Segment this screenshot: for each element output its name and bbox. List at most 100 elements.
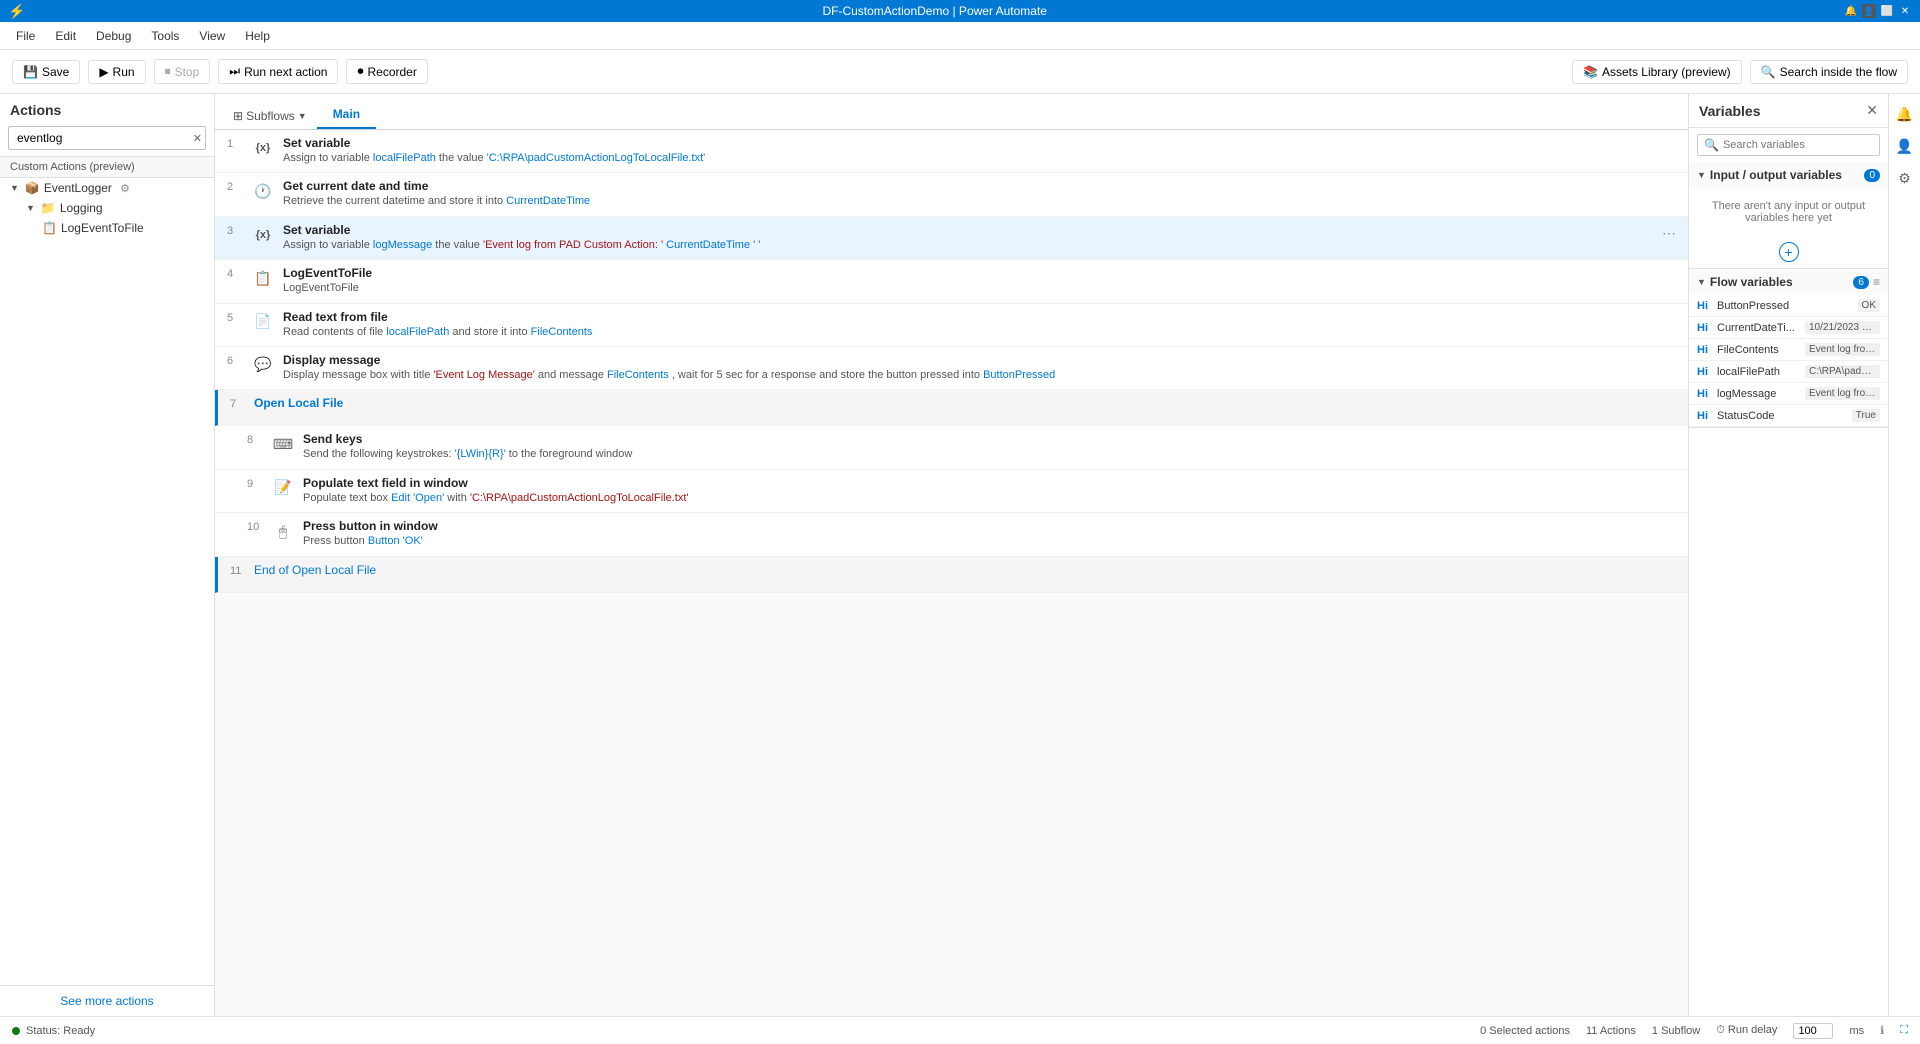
menu-view[interactable]: View xyxy=(191,27,233,45)
var-link2: FileContents xyxy=(531,326,593,338)
expand-icon[interactable]: ⛶ xyxy=(1900,1024,1908,1037)
flow-var-value: OK xyxy=(1858,299,1880,312)
eventlogger-arrow: ▼ xyxy=(10,183,19,193)
flow-var-type-icon: Hi xyxy=(1697,388,1713,400)
variables-close-icon[interactable]: ✕ xyxy=(1866,102,1878,119)
person-icon[interactable]: 👤 xyxy=(1893,134,1917,158)
eventlogger-icon: 📦 xyxy=(25,181,40,195)
assets-library-button[interactable]: 📚 Assets Library (preview) xyxy=(1572,60,1742,84)
custom-actions-label: Custom Actions (preview) xyxy=(0,156,214,178)
input-output-section-header[interactable]: ▼ Input / output variables 0 xyxy=(1689,162,1888,188)
display-msg-icon: 💬 xyxy=(251,353,275,377)
str-val: 'Event log from PAD Custom Action: ' xyxy=(483,239,663,251)
menu-edit[interactable]: Edit xyxy=(47,27,84,45)
run-delay-input[interactable] xyxy=(1793,1023,1833,1039)
action-number: 4 xyxy=(227,266,251,280)
tree-item-eventlogger[interactable]: ▼ 📦 EventLogger ⚙ xyxy=(0,178,214,198)
menu-help[interactable]: Help xyxy=(237,27,278,45)
subflows-button[interactable]: ⊞ Subflows ▼ xyxy=(223,103,317,129)
flow-variables-section: ▼ Flow variables 6 ≡ Hi ButtonPressed OK… xyxy=(1689,269,1888,428)
run-next-label: Run next action xyxy=(244,65,327,79)
menu-tools[interactable]: Tools xyxy=(143,27,187,45)
io-section-title: Input / output variables xyxy=(1710,168,1861,182)
action-desc: LogEventToFile xyxy=(283,281,1676,296)
titlebar-controls[interactable]: 🔔 👤 ⬜ ✕ xyxy=(1844,4,1912,18)
var-link: Edit 'Open' xyxy=(391,492,444,504)
read-text-icon: 📄 xyxy=(251,310,275,334)
flow-section-header[interactable]: ▼ Flow variables 6 ≡ xyxy=(1689,269,1888,295)
io-section-arrow: ▼ xyxy=(1697,170,1706,180)
run-label: Run xyxy=(113,65,135,79)
flow-section-badge: 6 xyxy=(1853,276,1869,289)
send-keys-icon: ⌨ xyxy=(271,432,295,456)
app-icon: ⚡ xyxy=(8,3,25,20)
var-search-box: 🔍 xyxy=(1697,134,1880,156)
flow-var-value: C:\RPA\padCusto... xyxy=(1805,365,1880,378)
flow-section-arrow: ▼ xyxy=(1697,277,1706,287)
search-flow-button[interactable]: 🔍 Search inside the flow xyxy=(1750,60,1908,84)
action-title: Send keys xyxy=(303,432,1676,446)
var-search-input[interactable] xyxy=(1723,139,1873,151)
action-number: 7 xyxy=(230,396,254,410)
subflows-count: 1 Subflow xyxy=(1652,1025,1700,1037)
notifications-icon[interactable]: 🔔 xyxy=(1893,102,1917,126)
settings-icon[interactable]: ⚙ xyxy=(120,182,130,195)
user-icon[interactable]: 👤 xyxy=(1862,4,1876,18)
search-input[interactable] xyxy=(8,126,206,150)
action-number: 9 xyxy=(247,476,271,490)
help-icon[interactable]: ℹ xyxy=(1880,1024,1884,1037)
titlebar: ⚡ DF-CustomActionDemo | Power Automate 🔔… xyxy=(0,0,1920,22)
action-row: 1 {x} Set variable Assign to variable lo… xyxy=(215,130,1688,173)
run-button[interactable]: ▶ Run xyxy=(88,60,145,84)
action-desc: Populate text box Edit 'Open' with 'C:\R… xyxy=(303,491,1676,506)
tree-item-logeventtofile[interactable]: 📋 LogEventToFile xyxy=(0,218,214,238)
var-link: '{LWin}{R}' xyxy=(455,448,506,460)
action-number: 6 xyxy=(227,353,251,367)
close-icon[interactable]: ✕ xyxy=(1898,4,1912,18)
input-output-section: ▼ Input / output variables 0 There aren'… xyxy=(1689,162,1888,269)
search-clear-icon[interactable]: ✕ xyxy=(193,132,202,145)
stop-label: Stop xyxy=(175,65,200,79)
set-variable-icon: {x} xyxy=(251,136,275,160)
action-row: 4 📋 LogEventToFile LogEventToFile xyxy=(215,260,1688,303)
action-title: Display message xyxy=(283,353,1676,367)
settings-icon[interactable]: ⚙ xyxy=(1893,166,1917,190)
subflows-chevron: ▼ xyxy=(298,111,307,121)
statusbar-right: 0 Selected actions 11 Actions 1 Subflow … xyxy=(1480,1023,1908,1039)
section-open-local-file: 7 Open Local File xyxy=(215,390,1688,426)
variables-header: Variables ✕ xyxy=(1689,94,1888,128)
save-button[interactable]: 💾 Save xyxy=(12,60,80,84)
see-more-actions-link[interactable]: See more actions xyxy=(60,994,153,1008)
var-link2: ButtonPressed xyxy=(983,369,1055,381)
flow-var-item: Hi CurrentDateTi... 10/21/2023 4:58:53..… xyxy=(1689,317,1888,339)
stop-button[interactable]: ⏹ Stop xyxy=(154,59,211,84)
menu-file[interactable]: File xyxy=(8,27,43,45)
canvas-area: ⊞ Subflows ▼ Main 1 {x} Set variable Ass… xyxy=(215,94,1688,1016)
filter-icon[interactable]: ≡ xyxy=(1873,275,1880,289)
minimize-icon[interactable]: 🔔 xyxy=(1844,4,1858,18)
tab-main[interactable]: Main xyxy=(317,101,376,129)
action-row: 6 💬 Display message Display message box … xyxy=(215,347,1688,390)
restore-icon[interactable]: ⬜ xyxy=(1880,4,1894,18)
action-content: Send keys Send the following keystrokes:… xyxy=(303,432,1676,462)
status-label: Status: Ready xyxy=(26,1025,95,1037)
flow-var-item: Hi FileContents Event log from PAD... xyxy=(1689,339,1888,361)
action-number: 8 xyxy=(247,432,271,446)
add-io-variable-icon[interactable]: + xyxy=(1779,242,1799,262)
flow-var-value: Event log from PAD... xyxy=(1805,387,1880,400)
action-number: 5 xyxy=(227,310,251,324)
status-dot xyxy=(12,1027,20,1035)
save-icon: 💾 xyxy=(23,65,38,79)
action-title: Get current date and time xyxy=(283,179,1676,193)
tree-item-logging[interactable]: ▼ 📁 Logging xyxy=(0,198,214,218)
action-title: Press button in window xyxy=(303,519,1676,533)
str-val: 'Event Log Message' xyxy=(433,369,534,381)
flow-var-name: StatusCode xyxy=(1717,410,1848,422)
flow-var-type-icon: Hi xyxy=(1697,300,1713,312)
run-next-button[interactable]: ⏭ Run next action xyxy=(218,59,338,84)
section-end-open-local-file: 11 End of Open Local File xyxy=(215,557,1688,593)
more-options-icon[interactable]: ⋯ xyxy=(1662,225,1676,242)
menu-debug[interactable]: Debug xyxy=(88,27,139,45)
logging-label: Logging xyxy=(60,201,103,215)
recorder-button[interactable]: ⏺ Recorder xyxy=(346,59,427,84)
